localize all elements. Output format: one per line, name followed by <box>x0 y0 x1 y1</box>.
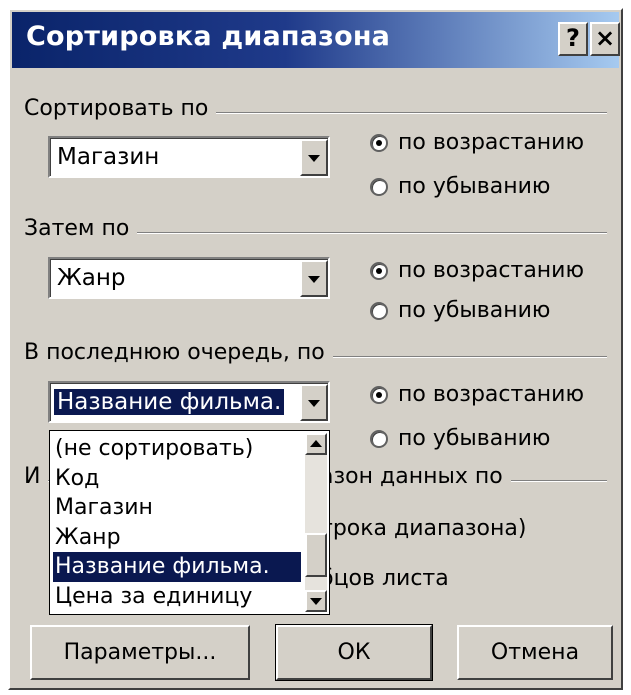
identify-option2-text: бцов листа <box>320 566 449 591</box>
finally-by-desc-label: по убыванию <box>398 426 551 451</box>
sort-by-asc-label: по возрастанию <box>398 130 585 155</box>
sort-by-value: Магазин <box>57 144 160 170</box>
radio-unchecked-icon <box>370 429 388 448</box>
list-item[interactable]: Жанр <box>53 523 301 553</box>
identify-label-suffix: азон данных по <box>320 464 511 489</box>
chevron-down-icon <box>308 154 320 162</box>
radio-checked-icon <box>370 385 388 404</box>
chevron-down-icon <box>310 598 322 605</box>
list-item-selected[interactable]: Название фильма. <box>53 552 301 582</box>
sort-range-dialog: Сортировка диапазона ? × Сортировать по … <box>8 8 623 690</box>
finally-by-dropdown-list[interactable]: (не сортировать) Код Магазин Жанр Назван… <box>49 430 330 615</box>
scroll-down-button[interactable] <box>305 590 327 612</box>
ok-button[interactable]: ОК <box>275 624 433 681</box>
finally-by-dropdown-button[interactable] <box>300 384 328 421</box>
then-by-desc-label: по убыванию <box>398 298 551 323</box>
sort-by-asc-radio[interactable]: по возрастанию <box>370 130 584 155</box>
then-by-value: Жанр <box>57 265 126 291</box>
finally-by-desc-radio[interactable]: по убыванию <box>370 426 550 451</box>
chevron-up-icon <box>310 440 322 447</box>
scroll-up-button[interactable] <box>305 433 327 455</box>
chevron-down-icon <box>308 275 320 283</box>
params-button[interactable]: Параметры... <box>30 625 250 680</box>
then-by-combo[interactable]: Жанр <box>48 257 330 299</box>
radio-checked-icon <box>370 261 388 280</box>
radio-unchecked-icon <box>370 301 388 320</box>
sort-by-combo[interactable]: Магазин <box>48 136 330 178</box>
sort-by-desc-radio[interactable]: по убыванию <box>370 174 550 199</box>
identify-label-prefix: И <box>24 464 49 489</box>
sort-by-dropdown-button[interactable] <box>300 139 328 176</box>
cancel-button[interactable]: Отмена <box>457 625 613 680</box>
then-by-label: Затем по <box>24 216 138 241</box>
list-item[interactable]: Код <box>53 464 301 494</box>
finally-by-combo[interactable]: Название фильма. <box>48 381 330 423</box>
scroll-thumb[interactable] <box>305 533 327 577</box>
dropdown-items: (не сортировать) Код Магазин Жанр Назван… <box>53 434 301 611</box>
finally-by-asc-label: по возрастанию <box>398 382 585 407</box>
then-by-dropdown-button[interactable] <box>300 260 328 297</box>
list-item[interactable]: Магазин <box>53 493 301 523</box>
dialog-title: Сортировка диапазона <box>26 21 391 52</box>
finally-by-value: Название фильма. <box>54 389 285 415</box>
help-button[interactable]: ? <box>558 22 588 56</box>
then-by-desc-radio[interactable]: по убыванию <box>370 298 550 323</box>
then-by-asc-radio[interactable]: по возрастанию <box>370 258 584 283</box>
chevron-down-icon <box>308 399 320 407</box>
dropdown-scrollbar[interactable] <box>305 433 327 612</box>
radio-unchecked-icon <box>370 177 388 196</box>
radio-checked-icon <box>370 133 388 152</box>
title-bar[interactable]: Сортировка диапазона ? × <box>12 12 620 68</box>
sort-by-label: Сортировать по <box>24 96 217 121</box>
finally-by-asc-radio[interactable]: по возрастанию <box>370 382 584 407</box>
list-item[interactable]: (не сортировать) <box>53 434 301 464</box>
then-by-asc-label: по возрастанию <box>398 258 585 283</box>
finally-by-label: В последнюю очередь, по <box>24 340 333 365</box>
identify-option1-text: трока диапазона) <box>320 516 527 541</box>
close-button[interactable]: × <box>590 22 620 56</box>
sort-by-desc-label: по убыванию <box>398 174 551 199</box>
list-item[interactable]: Цена за единицу <box>53 582 301 612</box>
